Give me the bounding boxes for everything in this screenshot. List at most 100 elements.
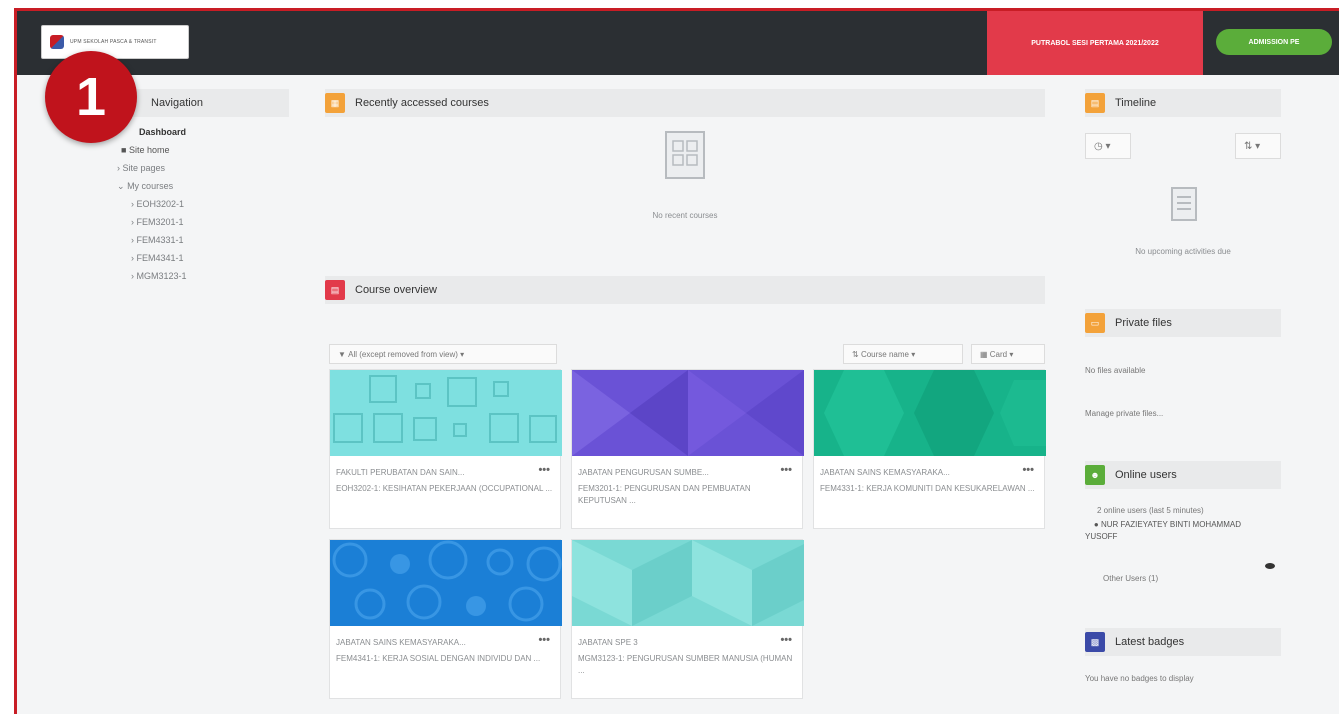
nav-site-pages-label: Site pages	[122, 163, 166, 173]
course-card-image[interactable]	[814, 370, 1046, 456]
nav-course-label: FEM4331-1	[136, 235, 184, 245]
course-category: JABATAN SAINS KEMASYARAKA...	[336, 638, 466, 647]
no-upcoming-activities-text: No upcoming activities due	[1135, 247, 1231, 256]
nav-course-label: MGM3123-1	[136, 271, 187, 281]
online-users-title: Online users	[1115, 469, 1177, 481]
calendar-list-icon	[1171, 187, 1197, 221]
nav-site-pages[interactable]: › Site pages	[99, 159, 187, 177]
navigation-tree: Dashboard ■ Site home › Site pages ⌄ My …	[99, 123, 187, 285]
nav-course-item[interactable]: › FEM3201-1	[99, 213, 187, 231]
course-category: JABATAN PENGURUSAN SUMBE...	[578, 468, 709, 477]
step-marker-badge: 1	[45, 51, 137, 143]
course-card[interactable]: JABATAN SAINS KEMASYARAKA... ••• FEM4341…	[329, 539, 562, 699]
course-menu-icon[interactable]: •••	[538, 634, 550, 646]
chevron-down-icon: ▾	[457, 349, 465, 359]
empty-courses-icon	[665, 131, 705, 179]
latest-badges-header: ▩ Latest badges	[1085, 628, 1281, 656]
course-name-link[interactable]: EOH3202-1: KESIHATAN PEKERJAAN (OCCUPATI…	[336, 483, 554, 495]
latest-badges-title: Latest badges	[1115, 636, 1185, 648]
chevron-down-icon: ▾	[1105, 140, 1111, 152]
navigation-title: Navigation	[151, 97, 203, 109]
chevron-down-icon: ▾	[1255, 140, 1261, 152]
timeline-header: ▤ Timeline	[1085, 89, 1281, 117]
chevron-right-icon: ›	[117, 163, 120, 173]
nav-course-label: FEM4341-1	[136, 253, 184, 263]
nav-site-home[interactable]: ■ Site home	[99, 141, 187, 159]
course-card-image[interactable]	[572, 370, 804, 456]
site-logo[interactable]: UPM SEKOLAH PASCA & TRANSIT	[41, 25, 189, 59]
private-files-title: Private files	[1115, 317, 1172, 329]
browser-frame: UPM SEKOLAH PASCA & TRANSIT PUTRABOL SES…	[14, 8, 1339, 714]
course-card[interactable]: JABATAN SPE 3 ••• MGM3123-1: PENGURUSAN …	[571, 539, 804, 699]
course-name-link[interactable]: FEM4331-1: KERJA KOMUNITI DAN KESUKARELA…	[820, 483, 1038, 495]
manage-private-files-link[interactable]: Manage private files...	[1085, 409, 1163, 418]
course-overview-icon: ▤	[325, 280, 345, 300]
crest-icon	[50, 35, 64, 49]
clock-icon: ◷	[1094, 140, 1103, 152]
timeline-sort-dropdown[interactable]: ⇅ ▾	[1235, 133, 1281, 159]
sort-icon: ⇅	[852, 349, 861, 359]
course-name-link[interactable]: FEM3201-1: PENGURUSAN DAN PEMBUATAN KEPU…	[578, 483, 796, 507]
nav-course-label: FEM3201-1	[136, 217, 184, 227]
recent-courses-header: ▦ Recently accessed courses	[325, 89, 1045, 117]
course-card[interactable]: FAKULTI PERUBATAN DAN SAIN... ••• EOH320…	[329, 369, 562, 529]
course-card[interactable]: JABATAN PENGURUSAN SUMBE... ••• FEM3201-…	[571, 369, 804, 529]
grid-icon: ▦	[980, 349, 990, 359]
chevron-down-icon: ▾	[908, 349, 916, 359]
sort-dropdown[interactable]: ⇅ Course name ▾	[843, 344, 963, 364]
logo-text: UPM SEKOLAH PASCA & TRANSIT	[70, 39, 157, 45]
filter-label: All (except removed from view)	[348, 349, 458, 359]
nav-my-courses[interactable]: ⌄ My courses	[99, 177, 187, 195]
recent-courses-icon: ▦	[325, 93, 345, 113]
sort-label: Course name	[860, 349, 909, 359]
eye-icon[interactable]	[1265, 563, 1275, 569]
online-users-header: ☻ Online users	[1085, 461, 1281, 489]
online-users-summary: 2 online users (last 5 minutes)	[1097, 506, 1204, 515]
timeline-icon: ▤	[1085, 93, 1105, 113]
timeline-filter-dropdown[interactable]: ◷ ▾	[1085, 133, 1131, 159]
no-files-text: No files available	[1085, 366, 1146, 375]
chevron-down-icon: ⌄	[117, 181, 125, 191]
course-overview-header: ▤ Course overview	[325, 276, 1045, 304]
course-card-image[interactable]	[572, 540, 804, 626]
course-name-link[interactable]: FEM4341-1: KERJA SOSIAL DENGAN INDIVIDU …	[336, 653, 554, 665]
session-banner[interactable]: PUTRABOL SESI PERTAMA 2021/2022	[987, 11, 1203, 75]
course-name-link[interactable]: MGM3123-1: PENGURUSAN SUMBER MANUSIA (HU…	[578, 653, 796, 677]
course-category: JABATAN SAINS KEMASYARAKA...	[820, 468, 950, 477]
nav-course-label: EOH3202-1	[136, 199, 185, 209]
folder-icon: ▭	[1085, 313, 1105, 333]
course-card-image[interactable]	[330, 540, 562, 626]
nav-course-item[interactable]: › FEM4331-1	[99, 231, 187, 249]
other-users-link[interactable]: Other Users (1)	[1103, 574, 1158, 583]
nav-my-courses-label: My courses	[127, 181, 174, 191]
course-category: FAKULTI PERUBATAN DAN SAIN...	[336, 468, 465, 477]
admission-button[interactable]: ADMISSION PE	[1216, 29, 1332, 55]
badge-icon: ▩	[1085, 632, 1105, 652]
course-filter-dropdown[interactable]: ▼ All (except removed from view) ▾	[329, 344, 557, 364]
no-badges-text: You have no badges to display	[1085, 674, 1194, 683]
recent-courses-title: Recently accessed courses	[355, 97, 489, 109]
online-user-name: NUR FAZIEYATEY BINTI MOHAMMAD YUSOFF	[1085, 520, 1241, 541]
course-card-image[interactable]	[330, 370, 562, 456]
course-category: JABATAN SPE 3	[578, 638, 638, 647]
filter-icon: ▼	[338, 349, 349, 359]
course-menu-icon[interactable]: •••	[780, 634, 792, 646]
nav-site-home-label: Site home	[128, 145, 170, 155]
top-navbar: UPM SEKOLAH PASCA & TRANSIT PUTRABOL SES…	[17, 11, 1339, 75]
course-menu-icon[interactable]: •••	[780, 464, 792, 476]
chevron-down-icon: ▾	[1007, 349, 1014, 359]
users-icon: ☻	[1085, 465, 1105, 485]
private-files-header: ▭ Private files	[1085, 309, 1281, 337]
no-recent-courses-text: No recent courses	[652, 211, 718, 220]
course-menu-icon[interactable]: •••	[538, 464, 550, 476]
view-dropdown[interactable]: ▦ Card ▾	[971, 344, 1045, 364]
nav-course-item[interactable]: › FEM4341-1	[99, 249, 187, 267]
view-label: Card	[989, 349, 1008, 359]
course-menu-icon[interactable]: •••	[1022, 464, 1034, 476]
nav-course-item[interactable]: › MGM3123-1	[99, 267, 187, 285]
course-card[interactable]: JABATAN SAINS KEMASYARAKA... ••• FEM4331…	[813, 369, 1046, 529]
online-user-link[interactable]: ● NUR FAZIEYATEY BINTI MOHAMMAD YUSOFF	[1085, 519, 1255, 543]
course-overview-title: Course overview	[355, 284, 437, 296]
nav-course-item[interactable]: › EOH3202-1	[99, 195, 187, 213]
sort-icon: ⇅	[1244, 140, 1253, 152]
